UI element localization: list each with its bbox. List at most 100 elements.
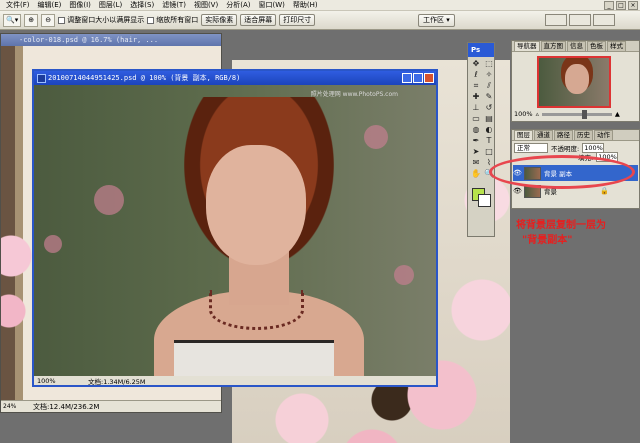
portrait-top xyxy=(174,340,334,380)
layer-thumbnail xyxy=(524,184,541,198)
zoom-in-small-icon[interactable]: ▲ xyxy=(615,110,620,118)
menu-bar: 文件(F) 编辑(E) 图像(I) 图层(L) 选择(S) 滤镜(T) 视图(V… xyxy=(0,0,640,11)
menu-file[interactable]: 文件(F) xyxy=(2,0,34,11)
brushes-panel-icon[interactable] xyxy=(545,14,567,26)
tab-swatches[interactable]: 色板 xyxy=(587,41,606,51)
tab-paths[interactable]: 路径 xyxy=(554,130,573,140)
slice-tool-icon[interactable]: ⫽ xyxy=(483,81,495,91)
zoom-slider[interactable] xyxy=(541,109,612,119)
zoom-slider-handle[interactable] xyxy=(581,109,587,119)
dodge-tool-icon[interactable]: ◐ xyxy=(483,125,495,135)
zoom-level[interactable]: 24% xyxy=(3,403,16,410)
move-tool-icon[interactable]: ✥ xyxy=(470,59,482,69)
blend-mode-select[interactable]: 正常 xyxy=(514,143,548,153)
portrait-necklace xyxy=(209,290,304,330)
lasso-tool-icon[interactable]: ℓ xyxy=(470,70,482,80)
tab-info[interactable]: 信息 xyxy=(567,41,586,51)
menu-layer[interactable]: 图层(L) xyxy=(95,0,126,11)
blur-tool-icon[interactable]: ◍ xyxy=(470,125,482,135)
workspace-button[interactable]: 工作区 ▾ xyxy=(418,14,455,27)
checkbox-icon xyxy=(147,16,155,24)
tab-history[interactable]: 历史 xyxy=(574,130,593,140)
layer-thumbnail xyxy=(524,166,541,180)
tab-channels[interactable]: 通道 xyxy=(534,130,553,140)
menu-window[interactable]: 窗口(W) xyxy=(254,0,288,11)
tab-layers[interactable]: 图层 xyxy=(514,130,533,140)
watermark: 照片处理网 www.PhotoPS.com xyxy=(310,91,398,98)
layer-comps-panel-icon[interactable] xyxy=(593,14,615,26)
zoom-tool-icon[interactable]: 🔍 xyxy=(483,169,495,179)
gradient-tool-icon[interactable]: ▤ xyxy=(483,114,495,124)
tab-navigator[interactable]: 导航器 xyxy=(514,41,540,51)
lock-icon: 🔒 xyxy=(600,187,609,195)
menu-select[interactable]: 选择(S) xyxy=(126,0,158,11)
layer-name: 背景 副本 xyxy=(544,170,573,178)
zoom-level[interactable]: 100% xyxy=(34,377,84,385)
blossom-blur xyxy=(94,185,124,215)
healing-brush-icon[interactable]: ✚ xyxy=(470,92,482,102)
menu-analysis[interactable]: 分析(A) xyxy=(222,0,254,11)
tutorial-annotation: 将背景层复制一层为 "背景副本" xyxy=(516,218,640,248)
navigator-zoom: 100% ▵ ▲ xyxy=(514,109,620,119)
hand-tool-icon[interactable]: ✋ xyxy=(470,169,482,179)
fill-input[interactable]: 100% xyxy=(596,152,619,162)
path-select-tool-icon[interactable]: ➤ xyxy=(470,147,482,157)
menu-filter[interactable]: 滤镜(T) xyxy=(158,0,190,11)
actual-pixels-button[interactable]: 实际像素 xyxy=(201,14,238,26)
print-size-button[interactable]: 打印尺寸 xyxy=(279,14,316,26)
fit-screen-button[interactable]: 适合屏幕 xyxy=(240,14,277,26)
clone-stamp-icon[interactable]: ⊥ xyxy=(470,103,482,113)
magic-wand-tool-icon[interactable]: ✧ xyxy=(483,70,495,80)
menu-image[interactable]: 图像(I) xyxy=(65,0,95,11)
navigator-panel: 导航器 直方图 信息 色板 样式 100% ▵ ▲ xyxy=(511,40,640,122)
navigator-zoom-value[interactable]: 100% xyxy=(514,110,533,118)
thumbnail-face xyxy=(565,64,589,94)
brush-tool-icon[interactable]: ✎ xyxy=(483,92,495,102)
maximize-icon[interactable] xyxy=(413,73,423,83)
layers-panel: 图层 通道 路径 历史 动作 正常 不透明度: 100% 填充: 100% 👁 … xyxy=(511,129,640,209)
history-brush-icon[interactable]: ↺ xyxy=(483,103,495,113)
eye-icon[interactable]: 👁 xyxy=(513,187,522,195)
close-icon[interactable]: × xyxy=(628,1,638,10)
tool-presets-panel-icon[interactable] xyxy=(569,14,591,26)
fill-row: 填充: 100% xyxy=(578,152,619,162)
shape-tool-icon[interactable]: □ xyxy=(483,147,495,157)
type-tool-icon[interactable]: T xyxy=(483,136,495,146)
menu-help[interactable]: 帮助(H) xyxy=(289,0,322,11)
tab-styles[interactable]: 样式 xyxy=(607,41,626,51)
pen-tool-icon[interactable]: ✒ xyxy=(470,136,482,146)
zoom-tool-preset-icon[interactable]: 🔍▾ xyxy=(3,13,22,27)
zoom-out-icon[interactable]: ⊖ xyxy=(41,13,56,27)
eraser-tool-icon[interactable]: ▭ xyxy=(470,114,482,124)
zoom-out-small-icon[interactable]: ▵ xyxy=(536,110,539,118)
document-title[interactable]: -color-018.psd @ 16.7% (hair, ... xyxy=(1,34,221,46)
portrait-face xyxy=(206,145,306,265)
eyedropper-tool-icon[interactable]: ⌇ xyxy=(483,158,495,168)
zoom-in-icon[interactable]: ⊕ xyxy=(24,13,39,27)
layer-row-background[interactable]: 👁 背景 🔒 xyxy=(513,183,638,199)
window-controls xyxy=(402,73,434,83)
document-titlebar[interactable]: 20100714044951425.psd @ 100% (背景 副本, RGB… xyxy=(34,71,436,85)
crop-tool-icon[interactable]: ⌗ xyxy=(470,81,482,91)
layer-row-background-copy[interactable]: 👁 背景 副本 xyxy=(513,165,638,181)
minimize-icon[interactable] xyxy=(402,73,412,83)
notes-tool-icon[interactable]: ✉ xyxy=(470,158,482,168)
photo-canvas[interactable]: 照片处理网 www.PhotoPS.com xyxy=(34,85,436,380)
zoom-all-windows-checkbox[interactable]: 缩放所有窗口 xyxy=(147,15,198,25)
document-window-active[interactable]: 20100714044951425.psd @ 100% (背景 副本, RGB… xyxy=(32,69,438,387)
maximize-icon[interactable]: □ xyxy=(616,1,626,10)
menu-edit[interactable]: 编辑(E) xyxy=(34,0,66,11)
status-bar: 100% 文档:1.34M/6.25M xyxy=(34,376,436,386)
resize-windows-checkbox[interactable]: 调整窗口大小以满屏显示 xyxy=(58,15,144,25)
tab-histogram[interactable]: 直方图 xyxy=(540,41,566,51)
eye-icon[interactable]: 👁 xyxy=(513,169,522,177)
marquee-tool-icon[interactable]: ⬚ xyxy=(483,59,495,69)
background-color-swatch[interactable] xyxy=(478,194,491,207)
menu-view[interactable]: 视图(V) xyxy=(190,0,222,11)
annotation-line-1: 将背景层复制一层为 xyxy=(516,220,606,231)
minimize-icon[interactable]: _ xyxy=(604,1,614,10)
tab-actions[interactable]: 动作 xyxy=(594,130,613,140)
navigator-thumbnail[interactable] xyxy=(537,56,611,108)
close-icon[interactable] xyxy=(424,73,434,83)
document-size: 文档:1.34M/6.25M xyxy=(88,377,146,386)
